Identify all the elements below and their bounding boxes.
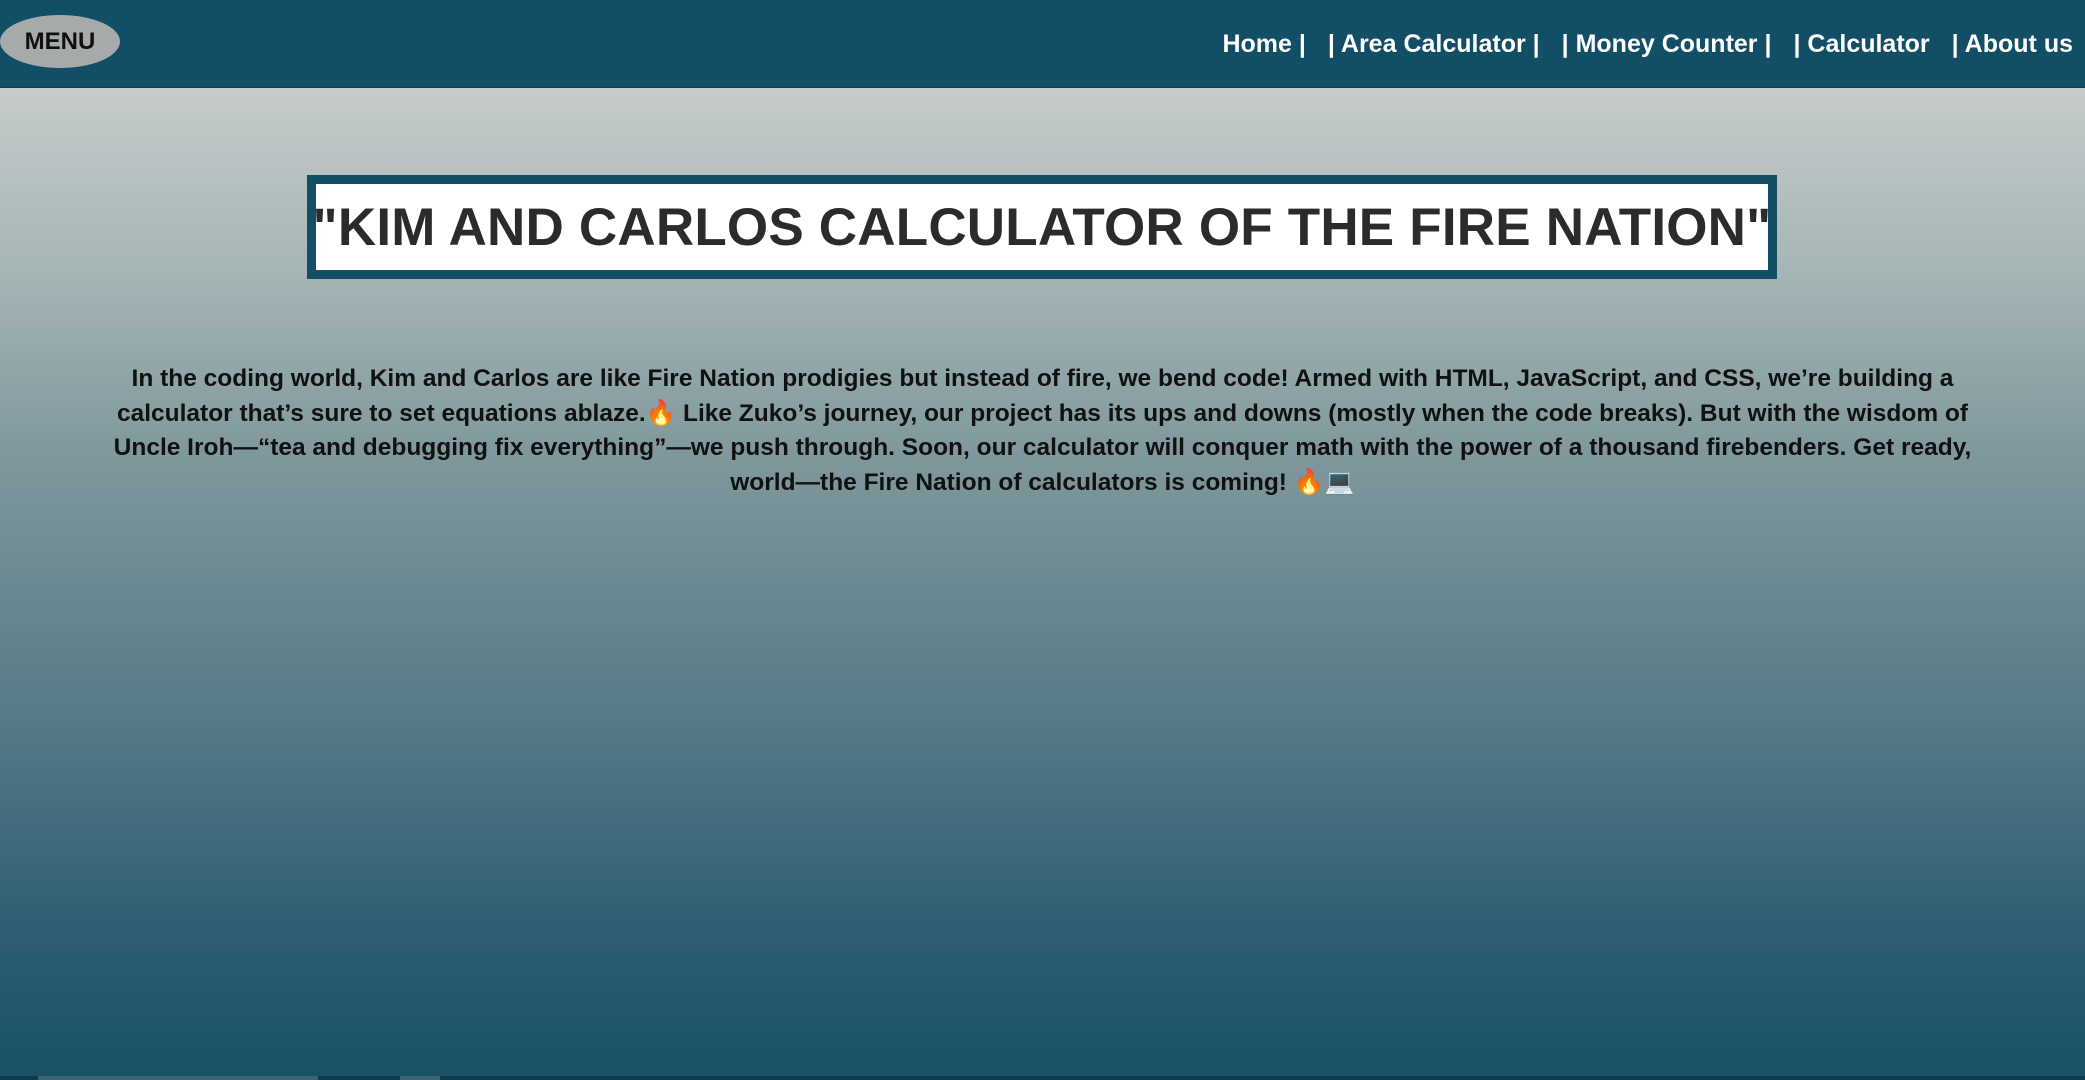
bottom-edge-segment xyxy=(400,1076,440,1080)
nav-link-home[interactable]: Home | xyxy=(1222,30,1305,59)
bottom-edge-segment xyxy=(38,1076,318,1080)
title-box: "KIM AND CARLOS CALCULATOR OF THE FIRE N… xyxy=(307,175,1777,279)
nav-link-calculator[interactable]: | Calculator xyxy=(1793,30,1929,59)
menu-button[interactable]: MENU xyxy=(0,15,120,68)
nav-link-area-calculator[interactable]: | Area Calculator | xyxy=(1328,30,1540,59)
top-navbar: MENU Home | | Area Calculator | | Money … xyxy=(0,0,2085,88)
page-title: "KIM AND CARLOS CALCULATOR OF THE FIRE N… xyxy=(312,197,1772,257)
nav-links: Home | | Area Calculator | | Money Count… xyxy=(1222,27,2073,61)
nav-link-about-us[interactable]: | About us xyxy=(1952,30,2073,59)
intro-paragraph: In the coding world, Kim and Carlos are … xyxy=(113,365,1972,496)
nav-link-money-counter[interactable]: | Money Counter | xyxy=(1562,30,1772,59)
